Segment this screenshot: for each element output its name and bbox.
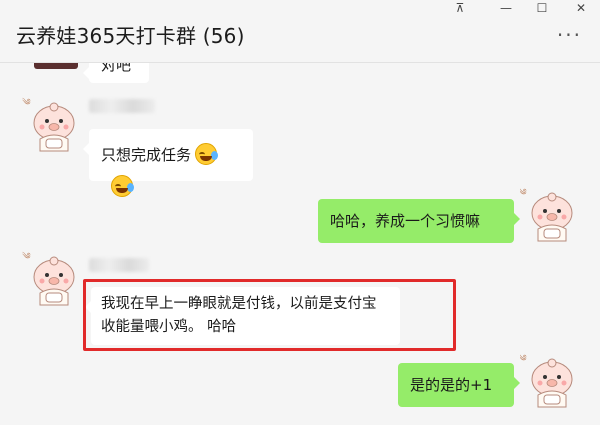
avatar[interactable]: ༄: [520, 185, 580, 245]
message-list[interactable]: 对吧 ༄ 只想完成任务 哈哈，养成一个习惯嘛 ༄ 我现在早上一睁眼就是付钱，以前…: [0, 63, 600, 425]
face-with-tears-of-joy-icon: [195, 143, 219, 165]
maximize-button[interactable]: ☐: [530, 0, 554, 16]
highlight-box: [83, 279, 456, 351]
message-bubble[interactable]: 只想完成任务: [83, 129, 253, 197]
close-button[interactable]: ✕: [569, 0, 593, 16]
message-text: 只想完成任务: [101, 146, 192, 164]
svg-text:༄: ༄: [520, 353, 527, 364]
avatar[interactable]: ༄: [520, 351, 580, 411]
message-text: 哈哈，养成一个习惯嘛: [330, 212, 481, 230]
avatar: [34, 63, 78, 69]
sender-name: [89, 258, 149, 272]
chat-header: 云养娃365天打卡群 (56) ⊼ — ☐ ✕ ···: [0, 0, 600, 63]
sender-name: [89, 99, 155, 113]
avatar[interactable]: ༄: [22, 249, 82, 309]
svg-text:༄: ༄: [22, 251, 31, 262]
message-bubble[interactable]: 对吧: [83, 63, 149, 83]
more-options-icon[interactable]: ···: [557, 25, 582, 45]
message-text: 对吧: [101, 63, 132, 74]
svg-text:༄: ༄: [520, 187, 527, 198]
pin-icon[interactable]: ⊼: [448, 0, 472, 16]
message-text: 是的是的+1: [410, 376, 493, 394]
message-bubble[interactable]: 哈哈，养成一个习惯嘛: [318, 199, 520, 243]
message-bubble[interactable]: 是的是的+1: [398, 363, 520, 407]
face-with-tears-of-joy-icon: [111, 175, 134, 197]
avatar[interactable]: ༄: [22, 95, 82, 155]
chat-title: 云养娃365天打卡群 (56): [16, 24, 245, 48]
minimize-button[interactable]: —: [494, 0, 518, 16]
svg-text:༄: ༄: [22, 97, 31, 108]
